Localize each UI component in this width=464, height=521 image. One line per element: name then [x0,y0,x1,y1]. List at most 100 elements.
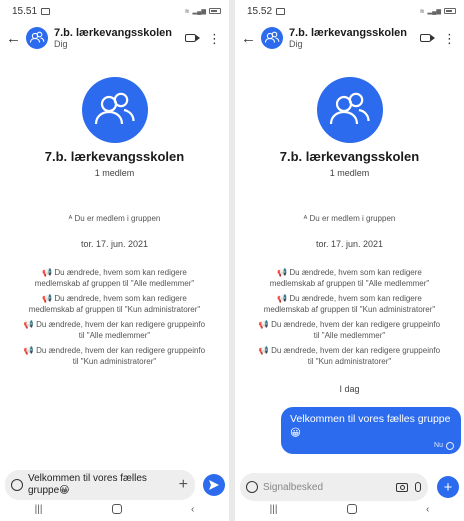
event-change-4: 📢 Du ændrede, hvem der kan redigere grup… [6,346,223,368]
message-composer[interactable]: Signalbesked [240,473,428,501]
group-avatar-large[interactable] [81,77,148,143]
header-subtitle: Dig [54,39,68,50]
nav-back-icon[interactable]: ‹ [191,504,194,515]
event-change-1-line2: medlemskab af gruppen til "Alle medlemme… [34,278,195,288]
megaphone-icon: 📢 [23,320,34,329]
video-call-icon[interactable] [185,34,200,42]
header-text[interactable]: 7.b. lærkevangsskolen Dig [289,27,420,50]
event-member: ᴬ Du er medlem i gruppen [241,214,458,225]
send-button[interactable] [203,474,225,496]
megaphone-icon: 📢 [277,268,288,277]
left-phone-screen: 15.51 ≋ ▂▄▆ ← 7.b. lærkevangsskolen Dig … [0,0,229,521]
chat-header: ← 7.b. lærkevangsskolen Dig ⋮ [0,24,229,52]
outgoing-message-bubble[interactable]: Velkommen til vores fælles gruppe 😀 Nu [281,407,461,455]
megaphone-icon: 📢 [42,294,53,303]
event-change-2-line1: Du ændrede, hvem som kan redigere [289,294,422,303]
composer-text-line1: Velkommen til vores fælles [28,472,147,484]
event-change-2: 📢 Du ændrede, hvem som kan redigere medl… [6,294,223,316]
wifi-icon: ≋ [419,8,425,15]
battery-icon [444,8,456,14]
event-change-2-line1: Du ændrede, hvem som kan redigere [54,294,187,303]
member-count: 1 medlem [94,168,135,178]
megaphone-icon: 📢 [258,320,269,329]
recent-apps-icon[interactable]: ||| [270,504,278,515]
event-change-4-line1: Du ændrede, hvem der kan redigere gruppe… [271,346,441,355]
composer-text-line2: gruppe😀 [28,485,70,496]
nav-back-icon[interactable]: ‹ [426,504,429,515]
message-time: Nu [434,442,443,450]
member-icon: ᴬ [68,214,73,223]
group-avatar-large[interactable] [316,77,383,143]
camera-icon[interactable] [396,482,408,492]
delivered-check-icon [446,441,454,450]
message-text-line2: 😀 [290,426,301,439]
event-change-1: 📢 Du ændrede, hvem som kan redigere medl… [6,268,223,290]
image-notification-icon [41,7,51,15]
event-member-text: Du er medlem i gruppen [309,214,396,223]
home-icon[interactable] [111,504,122,514]
event-change-2: 📢 Du ændrede, hvem som kan redigere medl… [241,294,458,316]
video-call-icon[interactable] [420,34,435,42]
header-subtitle: Dig [289,39,303,50]
emoji-icon[interactable] [246,481,258,493]
event-change-4-line1: Du ændrede, hvem der kan redigere gruppe… [36,346,206,355]
back-arrow-icon[interactable]: ← [0,30,24,47]
megaphone-icon: 📢 [23,346,34,355]
wifi-icon: ≋ [184,8,190,15]
plus-icon: + [443,478,453,496]
header-text[interactable]: 7.b. lærkevangsskolen Dig [54,27,185,50]
back-arrow-icon[interactable]: ← [235,30,259,47]
android-nav-bar: ||| ‹ [0,501,229,517]
date-divider: tor. 17. jun. 2021 [315,239,384,249]
emoji-icon[interactable] [11,479,23,491]
header-title: 7.b. lærkevangsskolen [54,26,172,39]
more-options-icon[interactable]: ⋮ [443,32,456,45]
event-member-text: Du er medlem i gruppen [74,214,161,223]
status-bar: 15.52 ≋ ▂▄▆ [247,4,456,18]
plus-icon[interactable]: + [179,476,188,494]
message-meta: Nu [434,441,454,450]
home-icon[interactable] [346,504,357,514]
message-composer[interactable]: Velkommen til vores fælles gruppe😀 + [5,470,195,500]
event-change-2-line2: medlemskab af gruppen til "Kun administr… [263,304,436,314]
group-avatar-icon[interactable] [261,27,283,49]
date-divider: tor. 17. jun. 2021 [80,239,149,249]
megaphone-icon: 📢 [277,294,288,303]
today-divider: I dag [339,384,360,394]
event-change-3: 📢 Du ændrede, hvem der kan redigere grup… [6,320,223,342]
status-time: 15.52 [247,5,273,17]
header-actions: ⋮ [420,32,456,45]
event-change-3-line1: Du ændrede, hvem der kan redigere gruppe… [36,320,206,329]
more-options-icon[interactable]: ⋮ [208,32,221,45]
event-change-2-line2: medlemskab af gruppen til "Kun administr… [28,304,201,314]
signal-icon: ▂▄▆ [192,8,206,15]
event-change-1: 📢 Du ændrede, hvem som kan redigere medl… [241,268,458,290]
event-change-1-line1: Du ændrede, hvem som kan redigere [289,268,422,277]
header-title: 7.b. lærkevangsskolen [289,26,407,39]
composer-placeholder[interactable]: Signalbesked [263,482,396,493]
composer-input[interactable]: Velkommen til vores fælles gruppe😀 [28,473,179,498]
microphone-icon[interactable] [415,482,421,492]
event-change-3-line1: Du ændrede, hvem der kan redigere gruppe… [271,320,441,329]
status-time: 15.51 [12,5,38,17]
screenshot-pair: 15.51 ≋ ▂▄▆ ← 7.b. lærkevangsskolen Dig … [0,0,464,521]
group-name: 7.b. lærkevangsskolen [279,149,420,164]
event-change-4: 📢 Du ændrede, hvem der kan redigere grup… [241,346,458,368]
status-bar: 15.51 ≋ ▂▄▆ [12,4,221,18]
android-nav-bar: ||| ‹ [235,501,464,517]
event-change-3-line2: til "Alle medlemmer" [78,330,151,340]
event-change-3: 📢 Du ændrede, hvem der kan redigere grup… [241,320,458,342]
megaphone-icon: 📢 [42,268,53,277]
member-count: 1 medlem [329,168,370,178]
battery-icon [209,8,221,14]
status-indicators: ≋ ▂▄▆ [419,8,456,15]
image-notification-icon [276,7,286,15]
attach-plus-button[interactable]: + [437,476,459,498]
message-text-line1: Velkommen til vores fælles gruppe [290,413,451,425]
group-avatar-icon[interactable] [26,27,48,49]
event-change-3-line2: til "Alle medlemmer" [313,330,386,340]
event-change-1-line2: medlemskab af gruppen til "Alle medlemme… [269,278,430,288]
recent-apps-icon[interactable]: ||| [35,504,43,515]
event-change-4-line2: til "Kun administratorer" [307,356,392,366]
status-indicators: ≋ ▂▄▆ [184,8,221,15]
